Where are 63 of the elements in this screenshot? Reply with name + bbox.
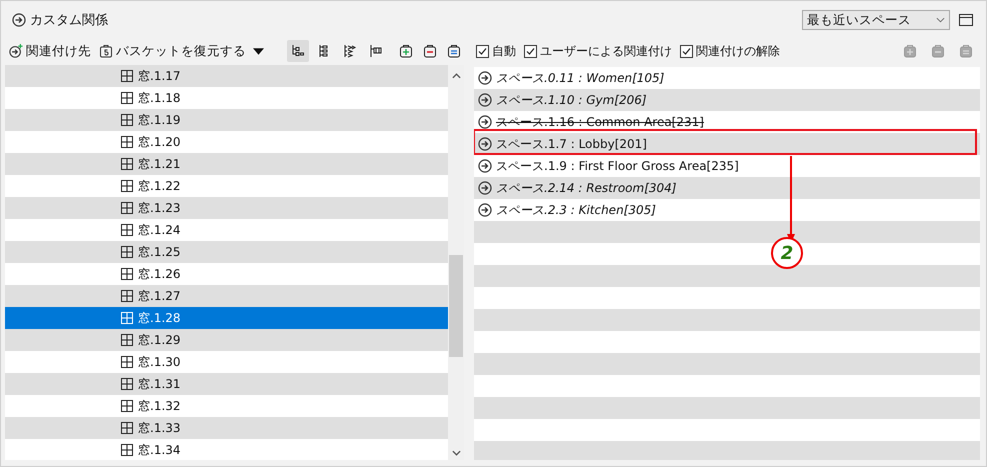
space-relation-item[interactable]: スペース.2.14 : Restroom[304] — [474, 177, 980, 199]
window-pane-icon — [121, 378, 133, 390]
basket-equal-icon[interactable] — [447, 44, 461, 58]
window-item[interactable]: 窓.1.19 — [5, 109, 448, 131]
window-icon[interactable] — [958, 12, 974, 28]
restore-basket-button[interactable]: バスケットを復元する — [97, 42, 266, 60]
relation-icon — [478, 71, 492, 85]
checkbox-icon — [524, 44, 537, 58]
filter-checkbox[interactable]: 関連付けの解除 — [680, 42, 780, 60]
flow-icon — [369, 44, 383, 58]
window-pane-icon — [121, 444, 133, 456]
relation-icon — [478, 115, 492, 129]
relation-icon — [478, 203, 492, 217]
relation-icon — [478, 137, 492, 151]
window-pane-icon — [121, 180, 133, 192]
basket-add-icon[interactable] — [399, 44, 413, 58]
space-relation-item[interactable]: スペース.1.10 : Gym[206] — [474, 89, 980, 111]
basket-remove-icon[interactable] — [423, 44, 437, 58]
window-pane-icon — [121, 136, 133, 148]
filter-checkbox[interactable]: 自動 — [476, 42, 516, 60]
scroll-up-icon[interactable] — [452, 73, 460, 79]
layers-icon — [343, 44, 357, 58]
window-pane-icon — [121, 268, 133, 280]
window-item[interactable]: 窓.1.17 — [5, 65, 448, 87]
panel-title: カスタム関係 — [30, 12, 108, 29]
scope-dropdown[interactable]: 最も近いスペース — [802, 10, 950, 30]
window-pane-icon — [121, 356, 133, 368]
window-item[interactable]: 窓.1.29 — [5, 329, 448, 351]
window-item[interactable]: 窓.1.23 — [5, 197, 448, 219]
window-pane-icon — [121, 158, 133, 170]
window-pane-icon — [121, 70, 133, 82]
window-pane-icon — [121, 334, 133, 346]
basket-icon — [99, 44, 113, 58]
tree-view-button[interactable] — [287, 40, 309, 62]
window-pane-icon — [121, 114, 133, 126]
relation-add-icon — [9, 44, 23, 58]
relation-icon — [478, 159, 492, 173]
window-item[interactable]: 窓.1.33 — [5, 417, 448, 439]
relation-icon — [478, 93, 492, 107]
relation-icon — [12, 13, 26, 27]
tree-icon — [291, 44, 305, 58]
window-pane-icon — [121, 246, 133, 258]
window-pane-icon — [121, 312, 133, 324]
scroll-thumb[interactable] — [449, 255, 463, 357]
checkbox-icon — [476, 44, 489, 58]
window-item[interactable]: 窓.1.27 — [5, 285, 448, 307]
window-pane-icon — [121, 92, 133, 104]
caret-icon — [253, 48, 264, 54]
relate-to-button[interactable]: 関連付け先 — [7, 42, 93, 60]
window-pane-icon — [121, 422, 133, 434]
scroll-down-icon[interactable] — [452, 450, 460, 456]
window-pane-icon — [121, 224, 133, 236]
window-pane-icon — [121, 202, 133, 214]
window-item[interactable]: 窓.1.28 — [5, 307, 448, 329]
chevron-down-icon — [936, 17, 945, 23]
window-pane-icon — [121, 400, 133, 412]
checkbox-icon — [680, 44, 693, 58]
window-item[interactable]: 窓.1.25 — [5, 241, 448, 263]
window-item[interactable]: 窓.1.31 — [5, 373, 448, 395]
filter-checkbox[interactable]: ユーザーによる関連付け — [524, 42, 672, 60]
window-item[interactable]: 窓.1.21 — [5, 153, 448, 175]
window-pane-icon — [121, 290, 133, 302]
relation-icon — [478, 181, 492, 195]
